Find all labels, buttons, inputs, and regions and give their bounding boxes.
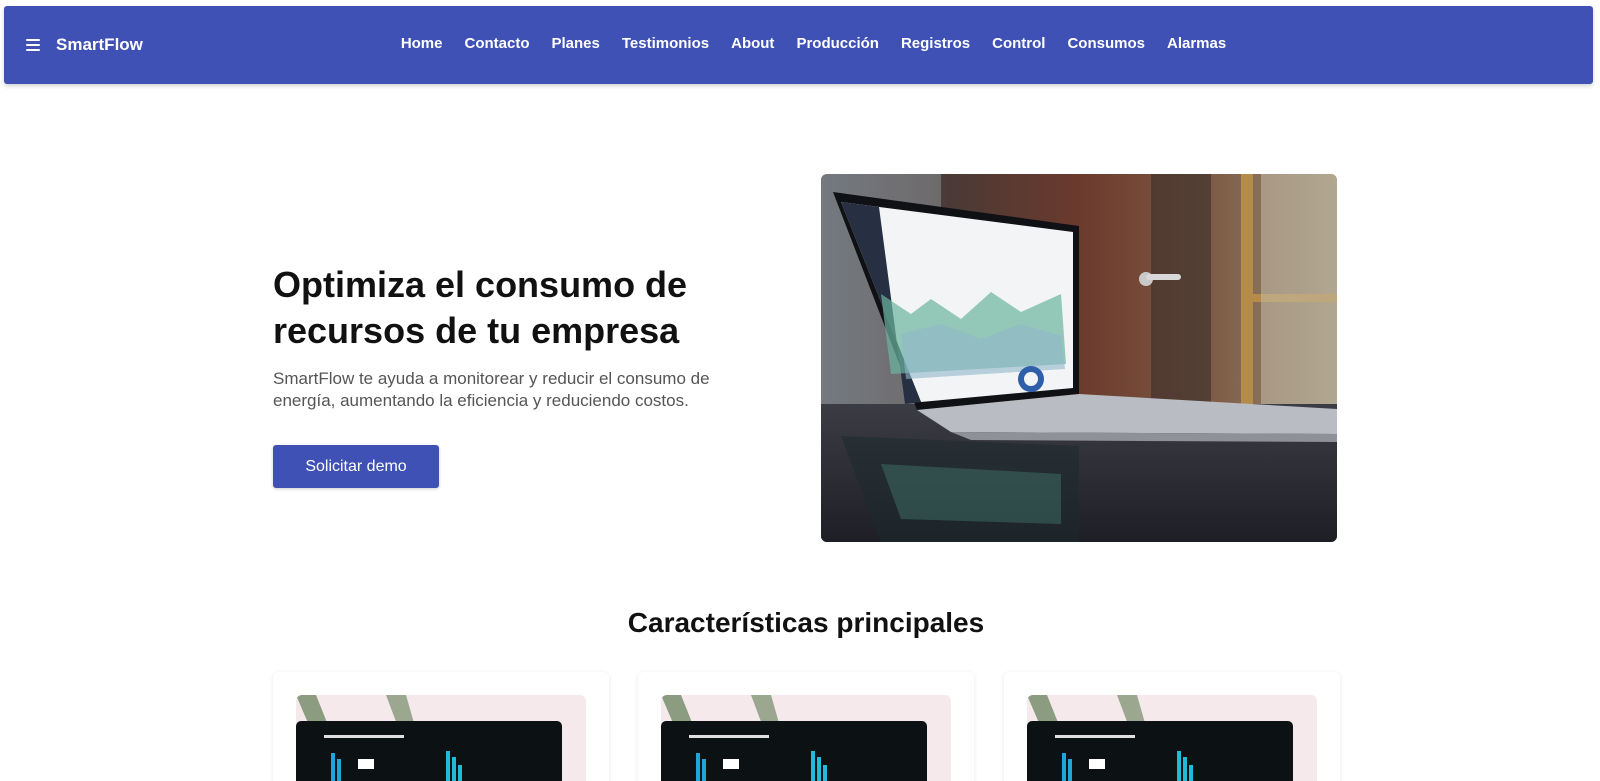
- feature-card-1: [273, 672, 609, 781]
- nav-links: Home Contacto Planes Testimonios About P…: [4, 35, 1593, 52]
- nav-link-about[interactable]: About: [731, 35, 774, 52]
- nav-link-produccion[interactable]: Producción: [796, 35, 879, 52]
- hero-description: SmartFlow te ayuda a monitorear y reduci…: [273, 369, 710, 410]
- feature-card-image: [296, 695, 586, 781]
- nav-link-alarmas[interactable]: Alarmas: [1167, 35, 1226, 52]
- nav-link-home[interactable]: Home: [401, 35, 443, 52]
- feature-card-3: [1004, 672, 1340, 781]
- feature-card-image: [661, 695, 951, 781]
- top-navbar: SmartFlow Home Contacto Planes Testimoni…: [4, 6, 1593, 84]
- solicitar-demo-button[interactable]: Solicitar demo: [273, 445, 439, 488]
- nav-link-contacto[interactable]: Contacto: [465, 35, 530, 52]
- laptop-dashboard-image: [821, 174, 1337, 542]
- dashboard-monitor-illustration: [1027, 695, 1317, 781]
- nav-link-consumos[interactable]: Consumos: [1067, 35, 1145, 52]
- feature-card-image: [1027, 695, 1317, 781]
- hero-title: Optimiza el consumo de recursos de tu em…: [273, 264, 688, 351]
- nav-link-planes[interactable]: Planes: [552, 35, 600, 52]
- features-title: Características principales: [627, 607, 985, 638]
- nav-link-testimonios[interactable]: Testimonios: [622, 35, 709, 52]
- nav-link-registros[interactable]: Registros: [901, 35, 970, 52]
- nav-link-control[interactable]: Control: [992, 35, 1045, 52]
- feature-card-2: [638, 672, 974, 781]
- dashboard-monitor-illustration: [661, 695, 951, 781]
- hero-text: Optimiza el consumo de recursos de tu em…: [273, 262, 753, 412]
- dashboard-monitor-illustration: [296, 695, 586, 781]
- laptop-illustration: [821, 174, 1337, 542]
